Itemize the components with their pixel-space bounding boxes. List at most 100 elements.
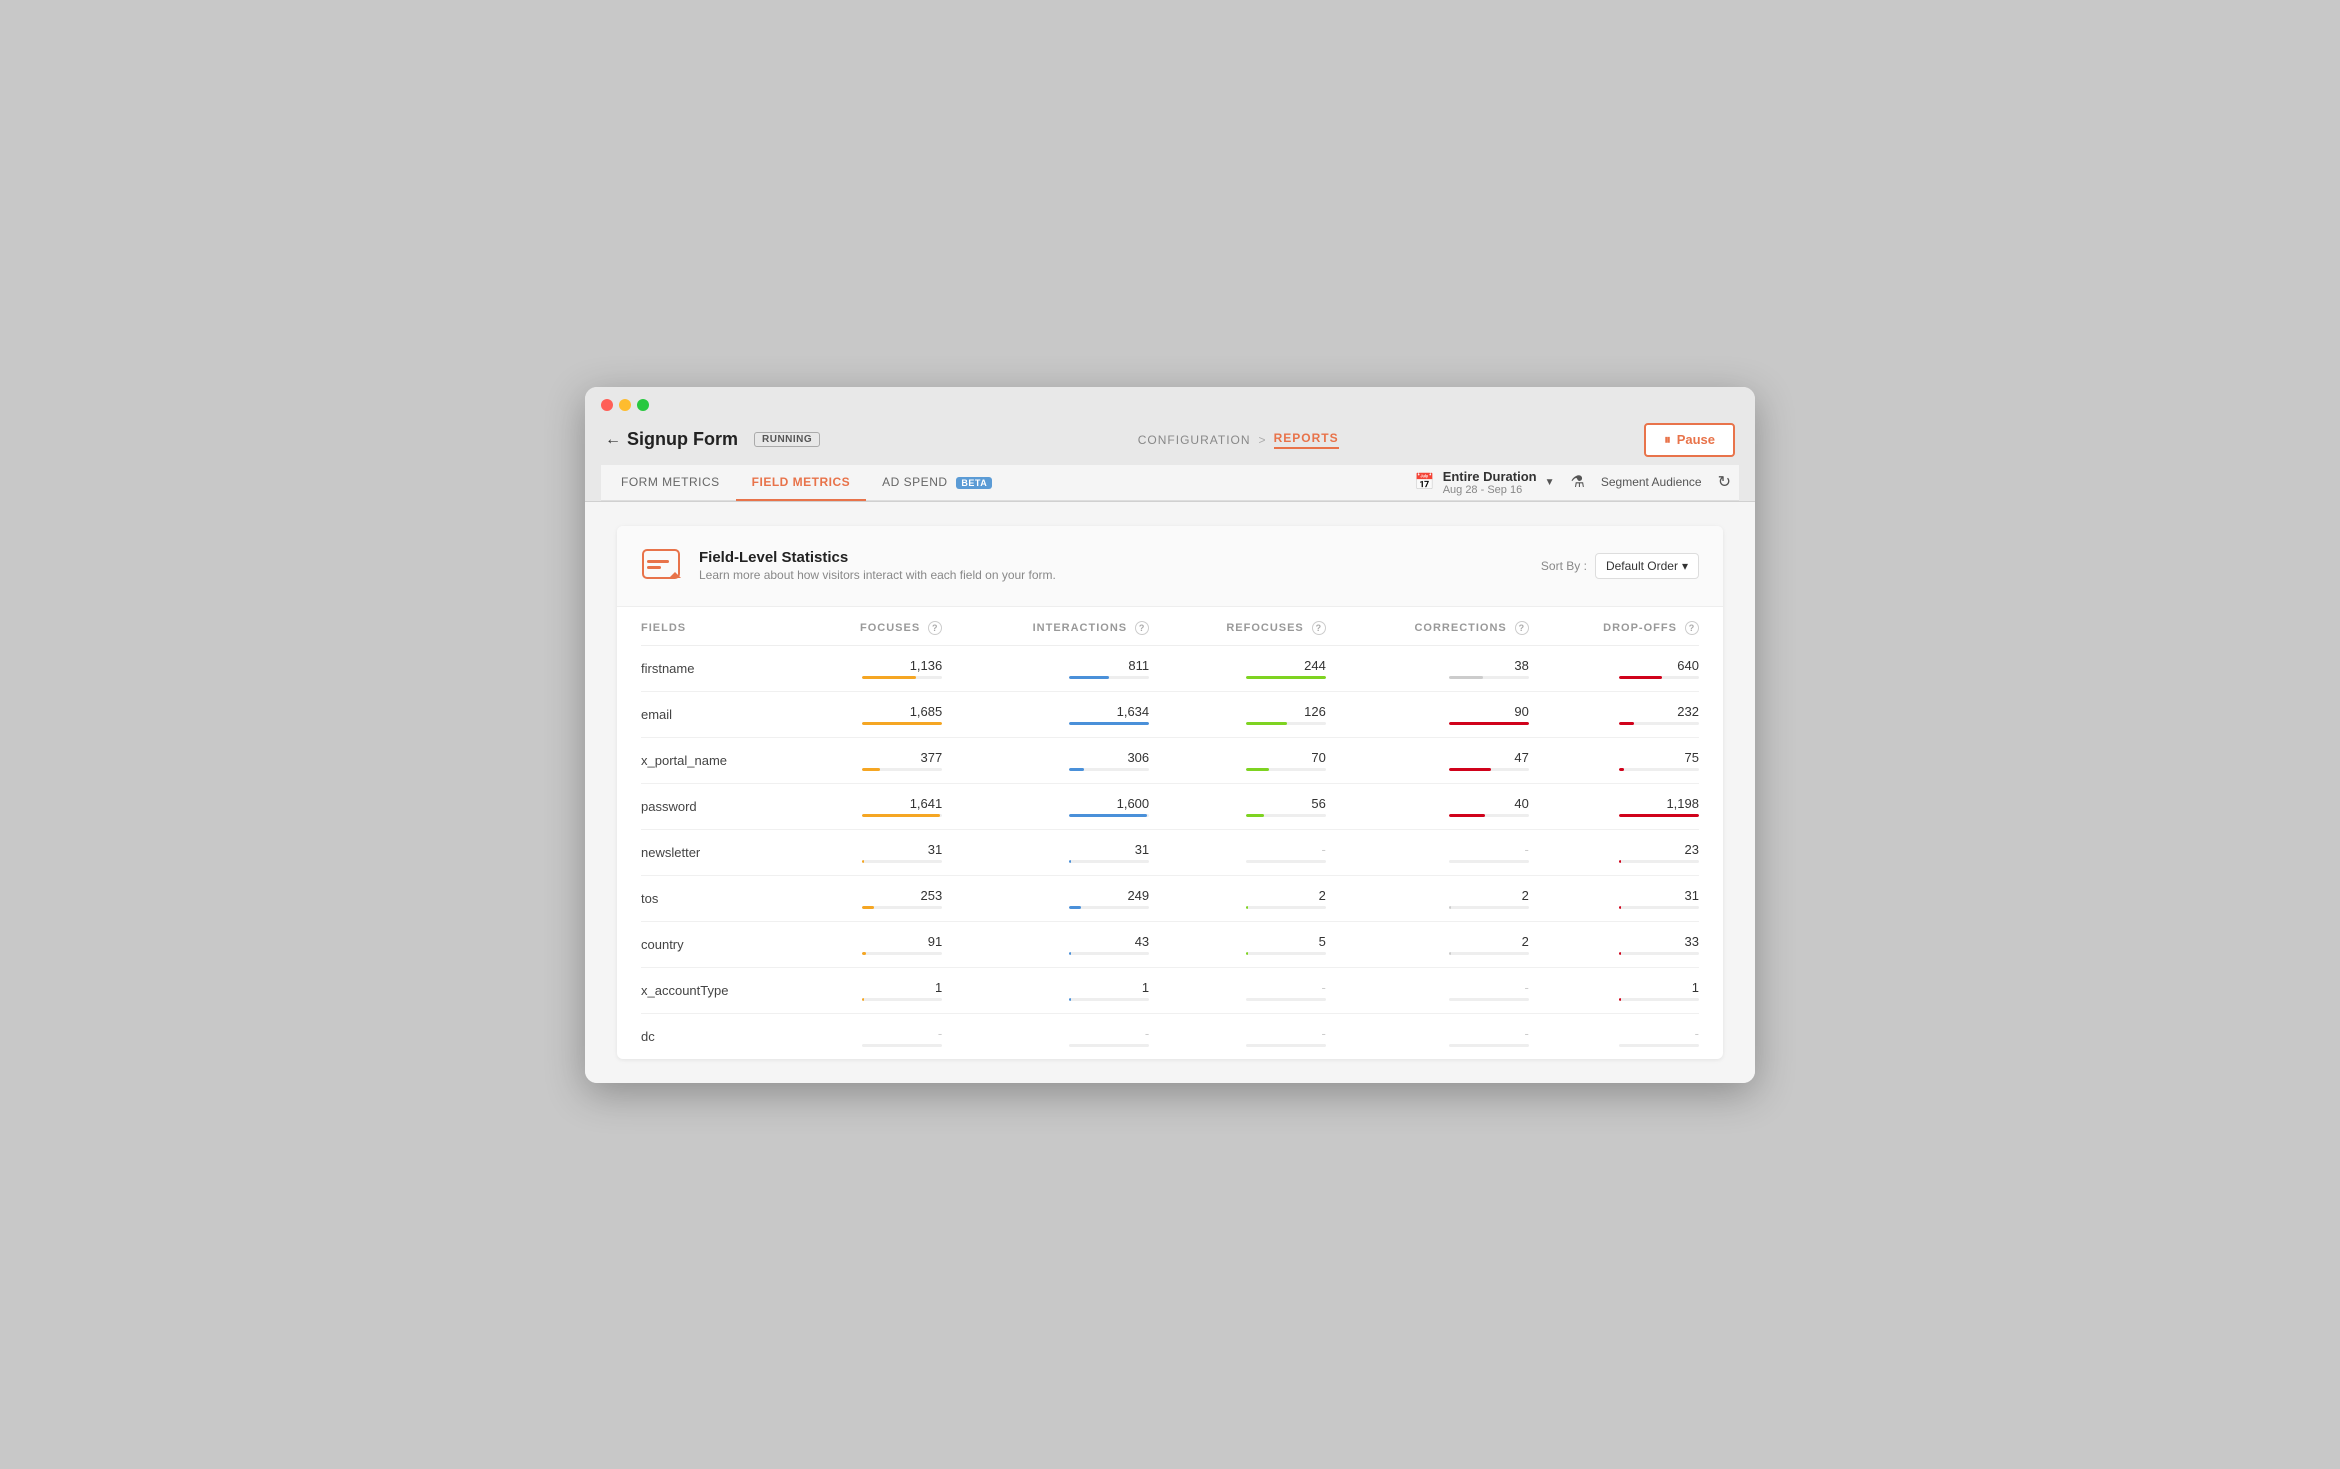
cell-focuses: - bbox=[796, 1013, 942, 1059]
cell-interactions: 249 bbox=[942, 875, 1149, 921]
cell-focuses: 1,641 bbox=[796, 783, 942, 829]
table-row: password 1,641 1,600 56 40 bbox=[641, 783, 1699, 829]
stats-text: Field-Level Statistics Learn more about … bbox=[699, 549, 1056, 582]
cell-focuses: 253 bbox=[796, 875, 942, 921]
cell-refocuses: 56 bbox=[1149, 783, 1326, 829]
sort-select[interactable]: Default Order ▾ bbox=[1595, 553, 1699, 579]
form-title: Signup Form bbox=[627, 429, 738, 450]
field-name: email bbox=[641, 691, 796, 737]
breadcrumb-reports[interactable]: REPORTS bbox=[1274, 431, 1339, 449]
cell-drop-offs: 640 bbox=[1529, 645, 1699, 691]
tab-form-metrics[interactable]: FORM METRICS bbox=[605, 465, 736, 501]
table-row: tos 253 249 2 2 bbox=[641, 875, 1699, 921]
table-row: x_accountType 1 1 - - bbox=[641, 967, 1699, 1013]
cell-refocuses: 70 bbox=[1149, 737, 1326, 783]
sort-chevron-icon: ▾ bbox=[1682, 559, 1688, 573]
date-picker[interactable]: 📅 Entire Duration Aug 28 - Sep 16 ▼ bbox=[1415, 469, 1555, 496]
col-dropoffs: DROP-OFFS ? bbox=[1529, 607, 1699, 646]
chevron-down-icon: ▼ bbox=[1545, 477, 1555, 488]
cell-drop-offs: 75 bbox=[1529, 737, 1699, 783]
cell-focuses: 91 bbox=[796, 921, 942, 967]
table-row: dc - - - - bbox=[641, 1013, 1699, 1059]
tabs-row: FORM METRICS FIELD METRICS AD SPEND BETA… bbox=[601, 465, 1739, 501]
cell-focuses: 31 bbox=[796, 829, 942, 875]
tab-field-metrics[interactable]: FIELD METRICS bbox=[736, 465, 867, 501]
cell-corrections: 2 bbox=[1326, 921, 1529, 967]
traffic-lights bbox=[601, 399, 1739, 411]
cell-interactions: 306 bbox=[942, 737, 1149, 783]
table-row: x_portal_name 377 306 70 47 bbox=[641, 737, 1699, 783]
maximize-icon[interactable] bbox=[637, 399, 649, 411]
cell-refocuses: 2 bbox=[1149, 875, 1326, 921]
refocuses-help-icon[interactable]: ? bbox=[1312, 621, 1326, 635]
cell-refocuses: 244 bbox=[1149, 645, 1326, 691]
field-name: country bbox=[641, 921, 796, 967]
cell-drop-offs: 23 bbox=[1529, 829, 1699, 875]
focuses-help-icon[interactable]: ? bbox=[928, 621, 942, 635]
cell-refocuses: 126 bbox=[1149, 691, 1326, 737]
cell-interactions: 1,634 bbox=[942, 691, 1149, 737]
col-refocuses: REFOCUSES ? bbox=[1149, 607, 1326, 646]
field-name: x_portal_name bbox=[641, 737, 796, 783]
stats-header: Field-Level Statistics Learn more about … bbox=[617, 526, 1723, 607]
stats-title: Field-Level Statistics bbox=[699, 549, 1056, 566]
tab-ad-spend[interactable]: AD SPEND BETA bbox=[866, 465, 1008, 501]
field-name: password bbox=[641, 783, 796, 829]
breadcrumb-separator: > bbox=[1259, 433, 1266, 447]
table-row: newsletter 31 31 - - bbox=[641, 829, 1699, 875]
cell-focuses: 1,136 bbox=[796, 645, 942, 691]
back-arrow-icon: ← bbox=[605, 431, 621, 449]
back-button[interactable]: ← Signup Form RUNNING bbox=[605, 429, 820, 450]
cell-interactions: 31 bbox=[942, 829, 1149, 875]
stats-card: Field-Level Statistics Learn more about … bbox=[617, 526, 1723, 1059]
breadcrumb: CONFIGURATION > REPORTS bbox=[832, 431, 1644, 449]
cell-drop-offs: 232 bbox=[1529, 691, 1699, 737]
date-range: Entire Duration Aug 28 - Sep 16 bbox=[1443, 469, 1537, 496]
cell-refocuses: - bbox=[1149, 1013, 1326, 1059]
breadcrumb-configuration[interactable]: CONFIGURATION bbox=[1138, 433, 1251, 447]
close-icon[interactable] bbox=[601, 399, 613, 411]
filter-icon[interactable]: ⚗ bbox=[1571, 472, 1585, 492]
calendar-icon: 📅 bbox=[1415, 472, 1435, 492]
field-name: newsletter bbox=[641, 829, 796, 875]
table-wrapper: FIELDS FOCUSES ? INTERACTIONS ? bbox=[617, 607, 1723, 1059]
segment-audience-label[interactable]: Segment Audience bbox=[1601, 475, 1702, 489]
field-name: dc bbox=[641, 1013, 796, 1059]
field-name: firstname bbox=[641, 645, 796, 691]
beta-badge: BETA bbox=[956, 477, 992, 489]
cell-drop-offs: 1,198 bbox=[1529, 783, 1699, 829]
cell-corrections: - bbox=[1326, 967, 1529, 1013]
table-row: firstname 1,136 811 244 38 bbox=[641, 645, 1699, 691]
cell-drop-offs: 31 bbox=[1529, 875, 1699, 921]
cell-corrections: 47 bbox=[1326, 737, 1529, 783]
cell-drop-offs: - bbox=[1529, 1013, 1699, 1059]
pause-icon: ⏸ bbox=[1664, 432, 1671, 448]
cell-focuses: 1,685 bbox=[796, 691, 942, 737]
field-name: tos bbox=[641, 875, 796, 921]
table-row: email 1,685 1,634 126 90 bbox=[641, 691, 1699, 737]
title-bar: ← Signup Form RUNNING CONFIGURATION > RE… bbox=[585, 387, 1755, 502]
cell-refocuses: - bbox=[1149, 967, 1326, 1013]
cell-corrections: - bbox=[1326, 829, 1529, 875]
corrections-help-icon[interactable]: ? bbox=[1515, 621, 1529, 635]
minimize-icon[interactable] bbox=[619, 399, 631, 411]
cell-drop-offs: 1 bbox=[1529, 967, 1699, 1013]
table-row: country 91 43 5 2 bbox=[641, 921, 1699, 967]
interactions-help-icon[interactable]: ? bbox=[1135, 621, 1149, 635]
cell-corrections: 90 bbox=[1326, 691, 1529, 737]
cell-refocuses: - bbox=[1149, 829, 1326, 875]
cell-focuses: 377 bbox=[796, 737, 942, 783]
stats-description: Learn more about how visitors interact w… bbox=[699, 568, 1056, 582]
cell-interactions: 1,600 bbox=[942, 783, 1149, 829]
col-fields: FIELDS bbox=[641, 607, 796, 646]
cell-corrections: - bbox=[1326, 1013, 1529, 1059]
toolbar-right: 📅 Entire Duration Aug 28 - Sep 16 ▼ ⚗ Se… bbox=[1415, 469, 1739, 496]
app-window: ← Signup Form RUNNING CONFIGURATION > RE… bbox=[585, 387, 1755, 1083]
cell-interactions: 811 bbox=[942, 645, 1149, 691]
col-focuses: FOCUSES ? bbox=[796, 607, 942, 646]
dropoffs-help-icon[interactable]: ? bbox=[1685, 621, 1699, 635]
col-corrections: CORRECTIONS ? bbox=[1326, 607, 1529, 646]
refresh-icon[interactable]: ↻ bbox=[1718, 472, 1731, 492]
pause-button[interactable]: ⏸ Pause bbox=[1644, 423, 1735, 457]
field-name: x_accountType bbox=[641, 967, 796, 1013]
